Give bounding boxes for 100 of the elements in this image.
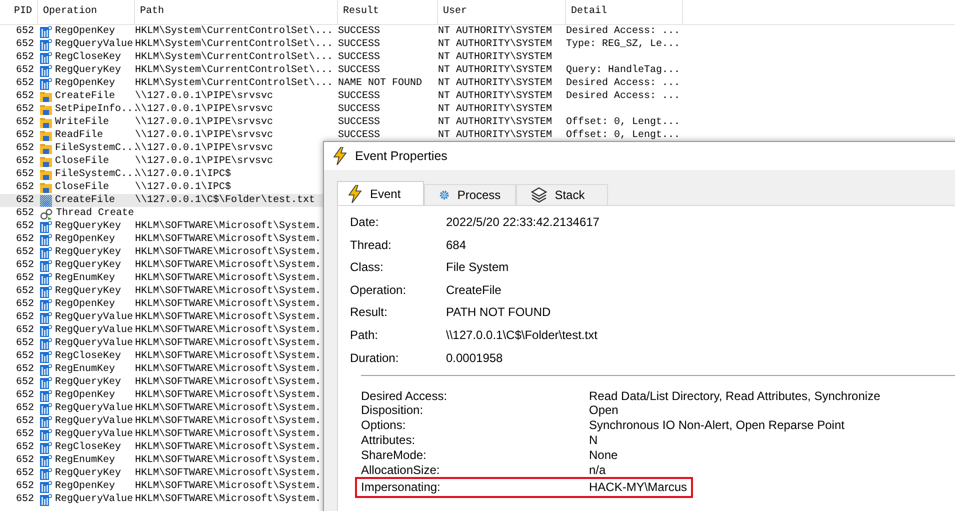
property-label: Operation: bbox=[350, 282, 408, 297]
result-cell: SUCCESS bbox=[338, 130, 380, 141]
user-cell: NT AUTHORITY\SYSTEM bbox=[438, 52, 552, 63]
path-cell: HKLM\SOFTWARE\Microsoft\System. bbox=[135, 234, 322, 245]
detail-value: n/a bbox=[589, 462, 606, 478]
path-cell: \\127.0.0.1\IPC$ bbox=[135, 182, 232, 193]
detail-label: ShareMode: bbox=[361, 448, 428, 463]
path-cell: HKLM\System\CurrentControlSet\... bbox=[135, 39, 334, 50]
path-cell: HKLM\SOFTWARE\Microsoft\System. bbox=[135, 416, 322, 427]
result-cell: SUCCESS bbox=[338, 117, 380, 128]
pid-cell: 652 bbox=[16, 299, 34, 310]
pid-cell: 652 bbox=[16, 65, 34, 76]
path-cell: HKLM\SOFTWARE\Microsoft\System. bbox=[135, 494, 322, 505]
property-value: File System bbox=[446, 260, 510, 274]
path-cell: HKLM\SOFTWARE\Microsoft\System. bbox=[135, 286, 322, 297]
result-cell: SUCCESS bbox=[338, 52, 380, 63]
pid-cell: 652 bbox=[16, 273, 34, 284]
user-cell: NT AUTHORITY\SYSTEM bbox=[438, 91, 552, 102]
pid-cell: 652 bbox=[16, 247, 34, 258]
operation-cell: RegQueryValue bbox=[55, 324, 134, 337]
detail-cell: Desired Access: ... bbox=[566, 26, 680, 37]
result-cell: SUCCESS bbox=[338, 91, 380, 102]
pid-cell: 652 bbox=[16, 130, 34, 141]
operation-cell: RegQueryKey bbox=[55, 285, 122, 298]
path-cell: HKLM\SOFTWARE\Microsoft\System. bbox=[135, 364, 322, 375]
operation-cell: RegOpenKey bbox=[55, 25, 116, 38]
result-cell: SUCCESS bbox=[338, 26, 380, 37]
property-label: Duration: bbox=[350, 350, 400, 365]
operation-cell: ReadFile bbox=[55, 129, 104, 142]
pid-cell: 652 bbox=[16, 494, 34, 505]
user-cell: NT AUTHORITY\SYSTEM bbox=[438, 39, 552, 50]
detail-cell: Type: REG_SZ, Le... bbox=[566, 39, 680, 50]
path-cell: \\127.0.0.1\PIPE\srvsvc bbox=[135, 91, 274, 102]
pid-cell: 652 bbox=[16, 442, 34, 453]
pid-cell: 652 bbox=[16, 286, 34, 297]
pid-cell: 652 bbox=[16, 234, 34, 245]
operation-cell: RegOpenKey bbox=[55, 77, 116, 90]
path-cell: \\127.0.0.1\C$\Folder\test.txt bbox=[135, 195, 316, 206]
path-cell: HKLM\SOFTWARE\Microsoft\System. bbox=[135, 312, 322, 323]
operation-cell: RegQueryValue bbox=[55, 402, 134, 415]
path-cell: \\127.0.0.1\IPC$ bbox=[135, 169, 232, 180]
detail-value: Read Data/List Directory, Read Attributes, Synchronize bbox=[589, 388, 880, 404]
user-cell: NT AUTHORITY\SYSTEM bbox=[438, 78, 552, 89]
pid-cell: 652 bbox=[16, 156, 34, 167]
path-cell: HKLM\SOFTWARE\Microsoft\System. bbox=[135, 481, 322, 492]
path-cell: \\127.0.0.1\PIPE\srvsvc bbox=[135, 130, 274, 141]
detail-value: HACK-MY\Marcus bbox=[589, 480, 688, 496]
pid-cell: 652 bbox=[16, 104, 34, 115]
pid-cell: 652 bbox=[16, 182, 34, 193]
result-cell: NAME NOT FOUND bbox=[338, 78, 422, 89]
pid-cell: 652 bbox=[16, 481, 34, 492]
property-label: Thread: bbox=[350, 238, 392, 252]
user-cell: NT AUTHORITY\SYSTEM bbox=[438, 65, 552, 76]
pid-cell: 652 bbox=[16, 468, 34, 479]
property-value: 684 bbox=[446, 238, 468, 252]
operation-cell: RegQueryValue bbox=[55, 311, 134, 324]
operation-cell: RegEnumKey bbox=[55, 363, 116, 376]
detail-label: Attributes: bbox=[361, 432, 416, 448]
detail-cell: Desired Access: ... bbox=[566, 78, 680, 89]
path-cell: \\127.0.0.1\PIPE\srvsvc bbox=[135, 104, 274, 115]
pid-cell: 652 bbox=[16, 377, 34, 388]
path-cell: HKLM\SOFTWARE\Microsoft\System. bbox=[135, 390, 322, 401]
path-cell: HKLM\SOFTWARE\Microsoft\System. bbox=[135, 351, 322, 362]
operation-cell: RegOpenKey bbox=[55, 233, 116, 246]
detail-label: Desired Access: bbox=[361, 388, 448, 404]
result-cell: SUCCESS bbox=[338, 65, 380, 76]
operation-cell: Thread Create bbox=[56, 207, 134, 220]
operation-cell: CreateFile bbox=[55, 194, 116, 207]
pid-cell: 652 bbox=[16, 455, 34, 466]
user-cell: NT AUTHORITY\SYSTEM bbox=[438, 130, 552, 141]
path-cell: HKLM\SOFTWARE\Microsoft\System. bbox=[135, 455, 322, 466]
operation-cell: RegCloseKey bbox=[55, 51, 122, 64]
operation-cell: RegQueryKey bbox=[55, 220, 122, 233]
operation-cell: RegOpenKey bbox=[55, 298, 116, 311]
operation-cell: RegCloseKey bbox=[55, 350, 122, 363]
window-title: Event Properties bbox=[355, 149, 448, 163]
result-cell: SUCCESS bbox=[338, 39, 380, 50]
detail-label: Disposition: bbox=[361, 403, 424, 418]
path-cell: \\127.0.0.1\PIPE\srvsvc bbox=[135, 117, 274, 128]
property-label: Result: bbox=[350, 305, 388, 320]
pid-cell: 652 bbox=[16, 260, 34, 271]
pid-cell: 652 bbox=[16, 52, 34, 63]
path-cell: HKLM\SOFTWARE\Microsoft\System. bbox=[135, 260, 322, 271]
pid-cell: 652 bbox=[16, 325, 34, 336]
pid-cell: 652 bbox=[16, 390, 34, 401]
operation-cell: RegQueryKey bbox=[55, 246, 122, 259]
pid-cell: 652 bbox=[16, 195, 34, 206]
pid-cell: 652 bbox=[16, 221, 34, 232]
path-cell: HKLM\SOFTWARE\Microsoft\System. bbox=[135, 325, 322, 336]
detail-cell: Query: HandleTag... bbox=[566, 65, 680, 76]
user-cell: NT AUTHORITY\SYSTEM bbox=[438, 117, 552, 128]
detail-label: Impersonating: bbox=[361, 480, 442, 496]
operation-cell: RegQueryKey bbox=[55, 64, 122, 77]
detail-value: Open bbox=[589, 403, 618, 418]
path-cell: HKLM\System\CurrentControlSet\... bbox=[135, 78, 334, 89]
property-value: \\127.0.0.1\C$\Folder\test.txt bbox=[446, 328, 598, 342]
pid-cell: 652 bbox=[16, 429, 34, 440]
detail-cell: Desired Access: ... bbox=[566, 91, 680, 102]
path-cell: HKLM\SOFTWARE\Microsoft\System. bbox=[135, 247, 322, 258]
pid-cell: 652 bbox=[16, 78, 34, 89]
